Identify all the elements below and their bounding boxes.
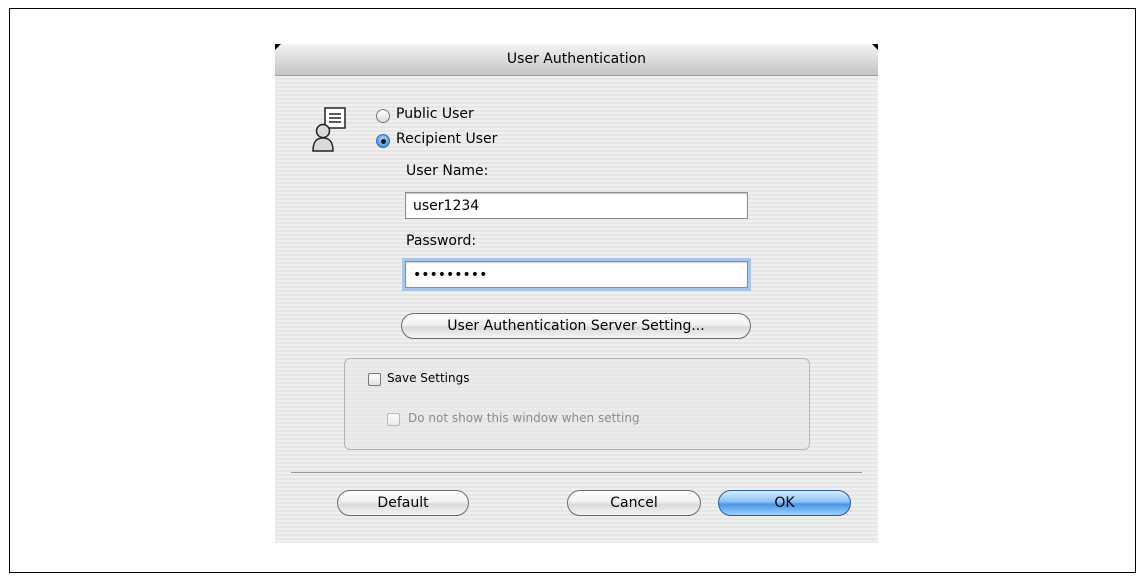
user-name-input[interactable] [405,192,748,219]
do-not-show-label: Do not show this window when setting [408,411,640,425]
user-authentication-dialog: User Authentication Public User Recipien… [275,44,878,543]
public-user-radio[interactable] [376,109,390,123]
recipient-user-radio[interactable] [376,134,390,148]
save-settings-checkbox[interactable] [368,373,381,386]
ok-button[interactable]: OK [718,490,851,516]
public-user-label: Public User [396,106,474,122]
password-input[interactable] [405,261,748,288]
cancel-button[interactable]: Cancel [567,490,701,516]
user-with-document-icon [312,107,346,152]
recipient-user-label: Recipient User [396,131,498,147]
user-name-label: User Name: [406,163,489,179]
do-not-show-checkbox[interactable] [387,413,400,426]
save-settings-group: Save Settings Do not show this window wh… [344,358,810,450]
default-button[interactable]: Default [337,490,469,516]
ok-button-label: OK [774,495,795,511]
server-setting-button-label: User Authentication Server Setting... [447,318,705,334]
cancel-button-label: Cancel [610,495,658,511]
default-button-label: Default [377,495,429,511]
server-setting-button[interactable]: User Authentication Server Setting... [401,313,751,339]
password-label: Password: [406,233,477,249]
titlebar-corner-left [275,44,281,50]
save-settings-label: Save Settings [387,371,470,385]
button-row-separator [291,472,862,473]
dialog-title: User Authentication [506,51,647,67]
title-bar: User Authentication [275,44,878,76]
titlebar-corner-right [872,44,878,50]
